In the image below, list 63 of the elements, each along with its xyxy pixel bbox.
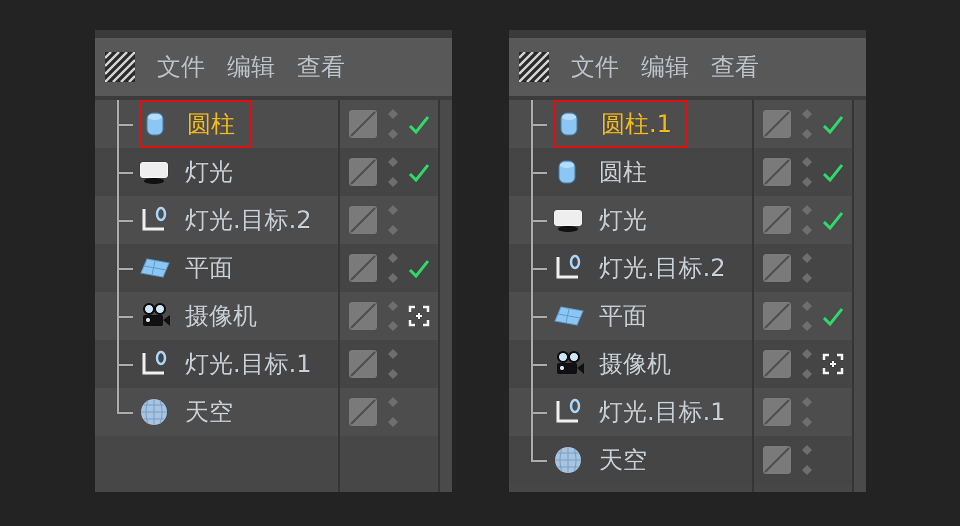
object-row[interactable]: 摄像机 xyxy=(553,340,685,388)
object-name: 灯光.目标.1 xyxy=(184,349,313,380)
dots-icon xyxy=(800,203,814,237)
object-name: 平面 xyxy=(598,301,648,332)
menu-item[interactable]: 文件 xyxy=(157,49,205,85)
dots-icon xyxy=(386,347,400,381)
object-name: 灯光 xyxy=(184,157,234,188)
focus-icon xyxy=(408,305,430,327)
layer-icon xyxy=(762,349,792,379)
object-name: 平面 xyxy=(184,253,234,284)
object-row[interactable]: 灯光.目标.1 xyxy=(139,340,326,388)
layer-icon xyxy=(762,157,792,187)
dots-icon xyxy=(800,155,814,189)
menu-item[interactable]: 文件 xyxy=(571,49,619,85)
layer-icon xyxy=(762,253,792,283)
grid-icon xyxy=(105,52,135,82)
object-name: 灯光.目标.1 xyxy=(598,397,727,428)
layer-icon xyxy=(348,253,378,283)
dots-icon xyxy=(386,251,400,285)
object-name: 灯光.目标.2 xyxy=(598,253,727,284)
object-name: 天空 xyxy=(598,445,648,476)
focus-icon xyxy=(822,353,844,375)
object-name: 圆柱 xyxy=(186,109,236,140)
object-name: 天空 xyxy=(184,397,234,428)
dots-icon xyxy=(800,347,814,381)
layer-icon xyxy=(348,109,378,139)
layer-icon xyxy=(348,301,378,331)
layer-icon xyxy=(762,445,792,475)
object-row[interactable]: 圆柱.1 xyxy=(553,100,688,148)
dots-icon xyxy=(800,107,814,141)
menu-item[interactable]: 编辑 xyxy=(227,49,275,85)
dots-icon xyxy=(386,155,400,189)
dots-icon xyxy=(800,251,814,285)
layer-icon xyxy=(762,397,792,427)
menu-item[interactable]: 编辑 xyxy=(641,49,689,85)
object-row[interactable]: 平面 xyxy=(139,244,247,292)
dots-icon xyxy=(800,443,814,477)
layer-icon xyxy=(348,157,378,187)
object-name: 圆柱.1 xyxy=(600,109,673,140)
menu-item[interactable]: 查看 xyxy=(297,49,345,85)
grid-icon xyxy=(519,52,549,82)
layer-icon xyxy=(348,349,378,379)
object-row[interactable]: 灯光 xyxy=(139,148,247,196)
layer-icon xyxy=(348,397,378,427)
layer-icon xyxy=(348,205,378,235)
object-name: 摄像机 xyxy=(184,301,258,332)
object-name: 灯光 xyxy=(598,205,648,236)
object-row[interactable]: 灯光.目标.2 xyxy=(553,244,740,292)
object-name: 圆柱 xyxy=(598,157,648,188)
object-name: 摄像机 xyxy=(598,349,672,380)
dots-icon xyxy=(386,107,400,141)
layer-icon xyxy=(762,109,792,139)
menu-item[interactable]: 查看 xyxy=(711,49,759,85)
layer-icon xyxy=(762,301,792,331)
dots-icon xyxy=(386,299,400,333)
dots-icon xyxy=(800,395,814,429)
object-row[interactable]: 天空 xyxy=(553,436,661,484)
dots-icon xyxy=(800,299,814,333)
dots-icon xyxy=(386,203,400,237)
object-row[interactable]: 圆柱 xyxy=(553,148,661,196)
dots-icon xyxy=(386,395,400,429)
object-name: 灯光.目标.2 xyxy=(184,205,313,236)
layer-icon xyxy=(762,205,792,235)
